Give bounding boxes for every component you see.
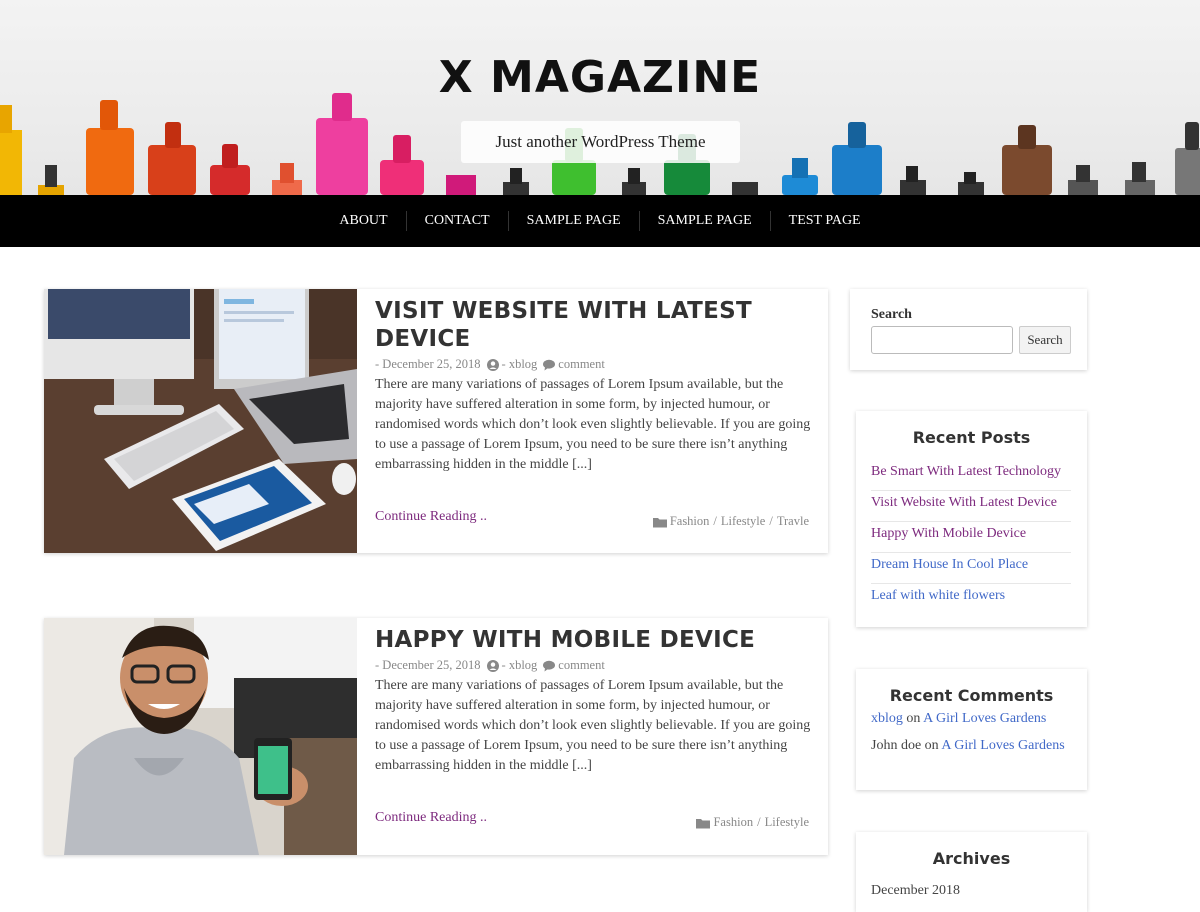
widget-title: Archives: [932, 849, 1011, 868]
continue-reading-link[interactable]: Continue Reading ..: [375, 810, 487, 826]
post-author[interactable]: - xblog: [502, 658, 538, 673]
widget-title: Recent Comments: [889, 686, 1054, 705]
post-title-line2[interactable]: DEVICE: [375, 325, 811, 353]
recent-post-link[interactable]: Visit Website With Latest Device: [871, 491, 1071, 522]
recent-post-link[interactable]: Leaf with white flowers: [871, 584, 1071, 615]
post-excerpt: There are many variations of passages of…: [375, 377, 811, 472]
continue-reading-link[interactable]: Continue Reading ..: [375, 509, 487, 525]
comment-post-link[interactable]: A Girl Loves Gardens: [923, 711, 1046, 726]
archive-link[interactable]: December 2018: [871, 883, 1081, 899]
recent-comment: John doe on A Girl Loves Gardens: [871, 738, 1081, 754]
recent-post-link[interactable]: Happy With Mobile Device: [871, 522, 1071, 553]
search-widget: Search Search: [850, 289, 1087, 370]
post-card: VISIT WEBSITE WITH LATEST DEVICE - Decem…: [44, 289, 828, 553]
post-card: HAPPY WITH MOBILE DEVICE - December 25, …: [44, 618, 828, 855]
archives-widget: Archives December 2018: [856, 832, 1087, 912]
post-thumbnail[interactable]: [44, 289, 357, 553]
recent-post-link[interactable]: Dream House In Cool Place: [871, 553, 1071, 584]
post-meta: - December 25, 2018 - xblog comment: [375, 658, 811, 673]
post-author[interactable]: - xblog: [502, 357, 538, 372]
post-date[interactable]: - December 25, 2018: [375, 357, 481, 372]
search-label: Search: [871, 307, 912, 322]
nav-item-sample-page[interactable]: SAMPLE PAGE: [507, 211, 639, 231]
nav-item-contact[interactable]: CONTACT: [405, 211, 508, 231]
post-comment-link[interactable]: comment: [558, 357, 605, 372]
post-title[interactable]: HAPPY WITH MOBILE DEVICE: [375, 626, 811, 654]
post-meta: - December 25, 2018 - xblog comment: [375, 357, 811, 372]
nav-item-sample-page-2[interactable]: SAMPLE PAGE: [638, 211, 770, 231]
nav-item-test-page[interactable]: TEST PAGE: [769, 211, 879, 231]
nav-item-about[interactable]: ABOUT: [321, 211, 405, 231]
post-categories: Fashion / Lifestyle / Travle: [652, 514, 809, 529]
post-body: VISIT WEBSITE WITH LATEST DEVICE - Decem…: [375, 289, 811, 475]
main-navigation: ABOUT CONTACT SAMPLE PAGE SAMPLE PAGE TE…: [0, 195, 1200, 247]
post-title[interactable]: VISIT WEBSITE WITH LATEST DEVICE: [375, 297, 811, 353]
recent-post-link[interactable]: Be Smart With Latest Technology: [871, 460, 1071, 491]
category-fashion[interactable]: Fashion: [713, 815, 753, 830]
comment-author-link[interactable]: xblog: [871, 711, 903, 726]
comment-on-text: on: [924, 738, 939, 753]
post-comment-link[interactable]: comment: [558, 658, 605, 673]
search-input[interactable]: [871, 326, 1013, 354]
recent-posts-widget: Recent Posts Be Smart With Latest Techno…: [856, 411, 1087, 627]
comment-icon: [543, 359, 556, 370]
post-date[interactable]: - December 25, 2018: [375, 658, 481, 673]
user-icon: [486, 358, 499, 371]
search-button[interactable]: Search: [1019, 326, 1071, 354]
post-title-line1[interactable]: HAPPY WITH MOBILE DEVICE: [375, 626, 811, 654]
category-fashion[interactable]: Fashion: [670, 514, 710, 529]
category-lifestyle[interactable]: Lifestyle: [765, 815, 809, 830]
recent-comment: xblog on A Girl Loves Gardens: [871, 711, 1081, 727]
post-body: HAPPY WITH MOBILE DEVICE - December 25, …: [375, 618, 811, 776]
user-icon: [486, 659, 499, 672]
comment-author: John doe: [871, 738, 922, 753]
post-categories: Fashion / Lifestyle: [696, 815, 809, 830]
recent-posts-list: Be Smart With Latest Technology Visit We…: [871, 460, 1071, 615]
category-lifestyle[interactable]: Lifestyle: [721, 514, 765, 529]
comment-icon: [543, 660, 556, 671]
post-title-line1[interactable]: VISIT WEBSITE WITH LATEST: [375, 297, 811, 325]
site-header: X MAGAZINE Just another WordPress Theme: [0, 0, 1200, 195]
site-tagline: Just another WordPress Theme: [461, 121, 740, 163]
category-travle[interactable]: Travle: [777, 514, 809, 529]
site-title[interactable]: X MAGAZINE: [0, 52, 1200, 103]
comment-on-text: on: [906, 711, 921, 726]
man-with-phone-photo: [44, 618, 357, 855]
comment-post-link[interactable]: A Girl Loves Gardens: [941, 738, 1064, 753]
recent-comments-widget: Recent Comments xblog on A Girl Loves Ga…: [856, 669, 1087, 790]
folder-icon: [652, 517, 667, 527]
widget-title: Recent Posts: [912, 428, 1031, 447]
folder-icon: [696, 818, 711, 828]
post-excerpt: There are many variations of passages of…: [375, 678, 811, 773]
post-thumbnail[interactable]: [44, 618, 357, 855]
devices-photo: [44, 289, 357, 553]
